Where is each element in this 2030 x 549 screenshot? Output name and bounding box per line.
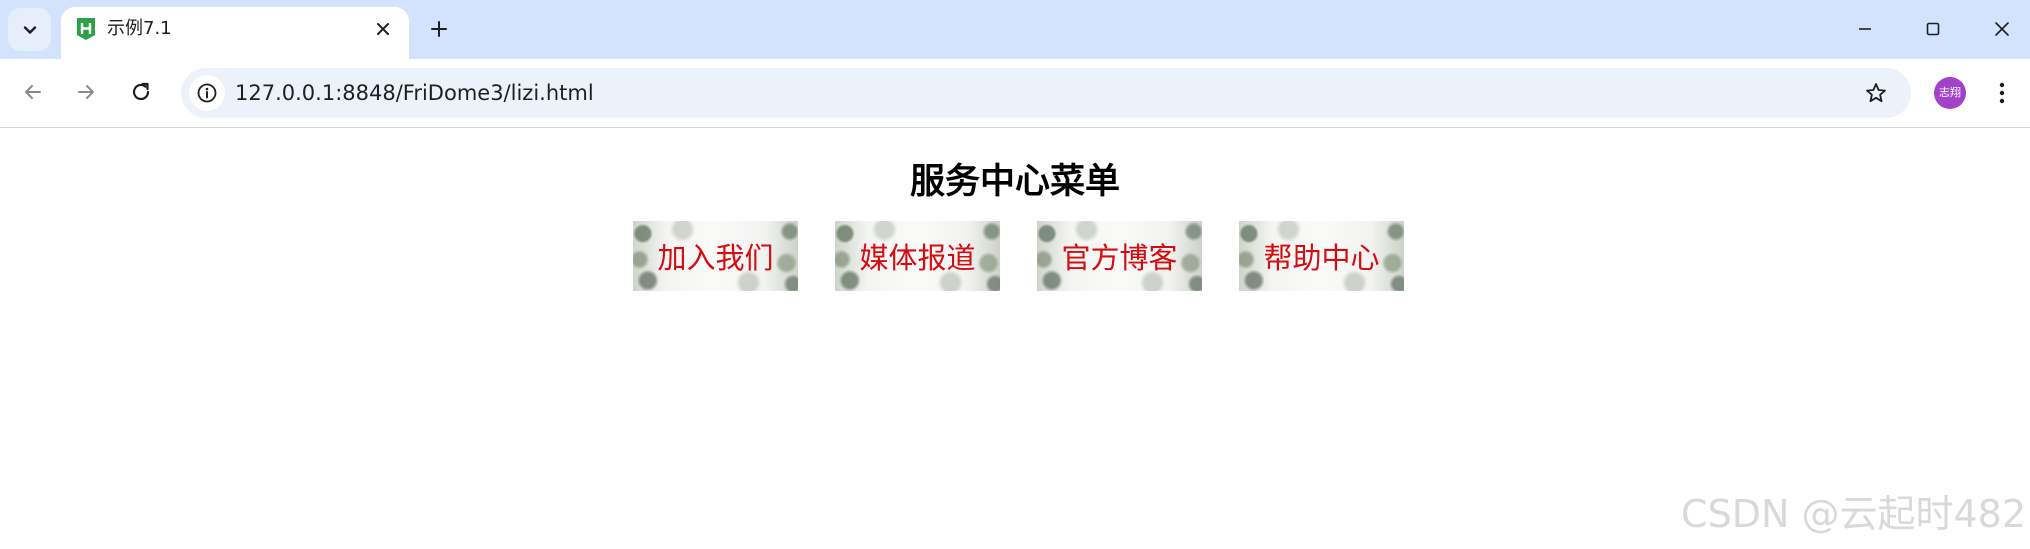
close-icon — [1995, 22, 2009, 36]
minimize-icon — [1859, 28, 1871, 30]
service-menu: 加入我们 媒体报道 官方博客 帮助中心 — [633, 221, 1404, 291]
hbuilder-h-icon — [77, 18, 95, 40]
forward-button[interactable] — [66, 72, 106, 112]
new-tab-button[interactable] — [422, 12, 456, 46]
address-bar[interactable]: 127.0.0.1:8848/FriDome3/lizi.html — [181, 68, 1911, 118]
maximize-button[interactable] — [1913, 9, 1953, 49]
tab-close-button[interactable] — [369, 15, 397, 43]
menu-link-join-us[interactable]: 加入我们 — [633, 221, 798, 291]
minimize-button[interactable] — [1845, 9, 1885, 49]
active-tab[interactable]: 示例7.1 — [61, 7, 409, 59]
menu-link-help-center[interactable]: 帮助中心 — [1239, 221, 1404, 291]
window-close-button[interactable] — [1982, 9, 2022, 49]
menu-link-media-reports[interactable]: 媒体报道 — [835, 221, 1000, 291]
tab-title: 示例7.1 — [107, 18, 172, 39]
csdn-watermark: CSDN @云起时482 — [1681, 492, 2026, 536]
bookmark-button[interactable] — [1861, 78, 1891, 108]
tab-strip: 示例7.1 — [0, 0, 2030, 59]
profile-avatar[interactable]: 志翔 — [1934, 77, 1966, 109]
maximize-icon — [1926, 22, 1940, 36]
site-info-button[interactable] — [189, 75, 225, 111]
browser-menu-button[interactable] — [1987, 74, 2017, 112]
star-icon — [1866, 83, 1886, 103]
page-title: 服务中心菜单 — [909, 162, 1120, 202]
close-icon — [377, 23, 389, 35]
back-button[interactable] — [13, 72, 53, 112]
reload-icon — [132, 82, 150, 101]
chevron-down-icon — [23, 25, 36, 34]
browser-toolbar: 127.0.0.1:8848/FriDome3/lizi.html 志翔 — [0, 59, 2030, 128]
tab-search-button[interactable] — [8, 8, 51, 51]
menu-link-official-blog[interactable]: 官方博客 — [1037, 221, 1202, 291]
arrow-right-icon — [78, 85, 94, 99]
reload-button[interactable] — [121, 72, 161, 112]
info-icon — [197, 83, 217, 103]
plus-icon — [431, 21, 447, 37]
url-text[interactable]: 127.0.0.1:8848/FriDome3/lizi.html — [235, 80, 594, 106]
more-vertical-icon — [1999, 82, 2005, 104]
arrow-left-icon — [25, 85, 41, 99]
